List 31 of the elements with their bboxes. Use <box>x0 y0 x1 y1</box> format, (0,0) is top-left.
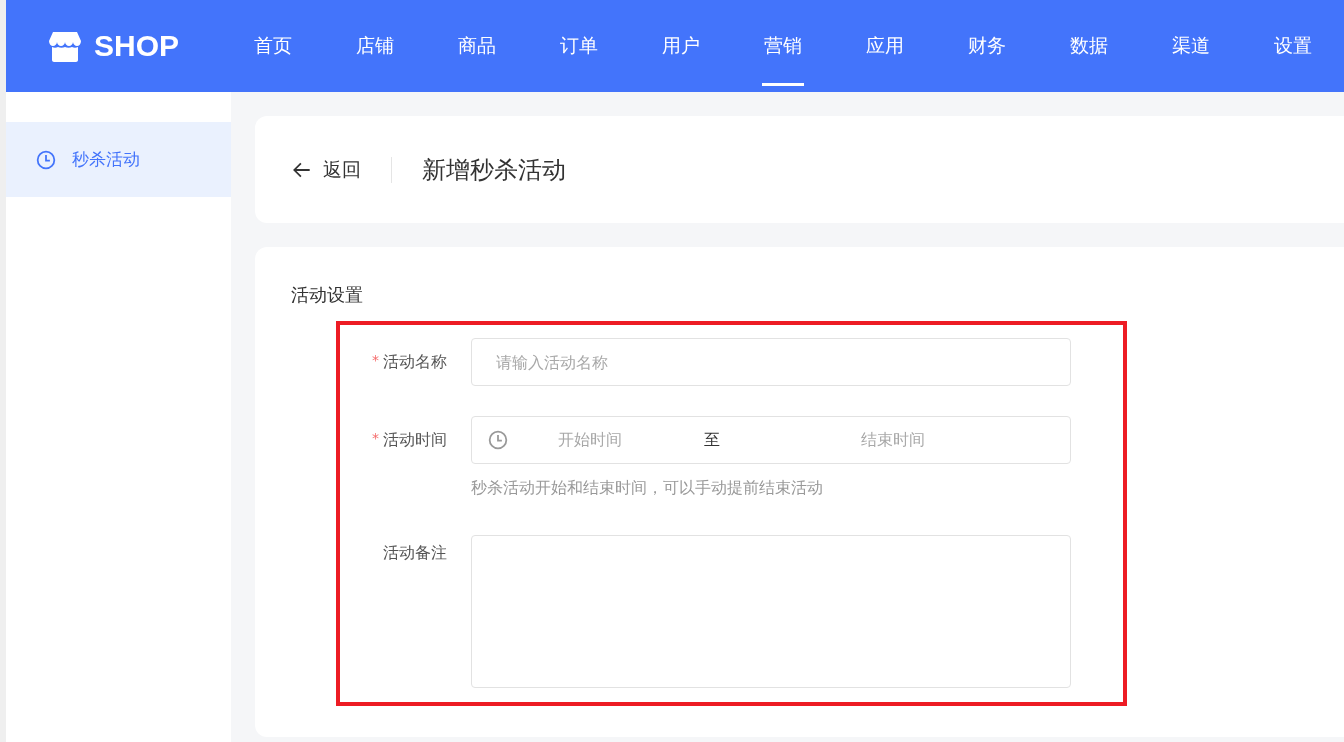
logo-text: SHOP <box>94 29 180 63</box>
clock-icon <box>488 430 508 450</box>
field-label: 活动备注 <box>383 543 447 564</box>
end-time-placeholder[interactable]: 结束时间 <box>798 429 988 451</box>
sidebar-item[interactable]: 秒杀活动 <box>6 122 231 197</box>
required-mark: * <box>372 430 379 446</box>
clock-icon <box>36 149 56 170</box>
help-text: 秒杀活动开始和结束时间，可以手动提前结束活动 <box>471 478 824 499</box>
nav-tab[interactable]: 应用 <box>834 0 936 92</box>
page-title: 新增秒杀活动 <box>422 154 566 186</box>
required-mark: * <box>372 352 379 368</box>
nav-tab[interactable]: 设置 <box>1242 0 1344 92</box>
field-label: 活动名称 <box>383 352 447 373</box>
back-link[interactable]: 返回 <box>291 156 361 183</box>
nav-tab[interactable]: 渠道 <box>1140 0 1242 92</box>
nav-tab[interactable]: 店铺 <box>324 0 426 92</box>
text-input[interactable]: 请输入活动名称 <box>471 338 1071 386</box>
nav-tab[interactable]: 用户 <box>630 0 732 92</box>
nav-tab[interactable]: 数据 <box>1038 0 1140 92</box>
nav-tab[interactable]: 财务 <box>936 0 1038 92</box>
range-separator: 至 <box>704 429 720 451</box>
nav-tab[interactable]: 商品 <box>426 0 528 92</box>
field-label: 活动时间 <box>383 430 447 451</box>
textarea-field[interactable] <box>471 535 1071 688</box>
nav-tab[interactable]: 订单 <box>528 0 630 92</box>
date-range-picker[interactable]: 开始时间 至 结束时间 <box>471 416 1071 464</box>
start-time-placeholder[interactable]: 开始时间 <box>558 429 622 451</box>
nav-tab[interactable]: 首页 <box>222 0 324 92</box>
section-title: 活动设置 <box>291 283 364 307</box>
nav-tab[interactable]: 营销 <box>732 0 834 92</box>
store-icon <box>48 29 82 63</box>
